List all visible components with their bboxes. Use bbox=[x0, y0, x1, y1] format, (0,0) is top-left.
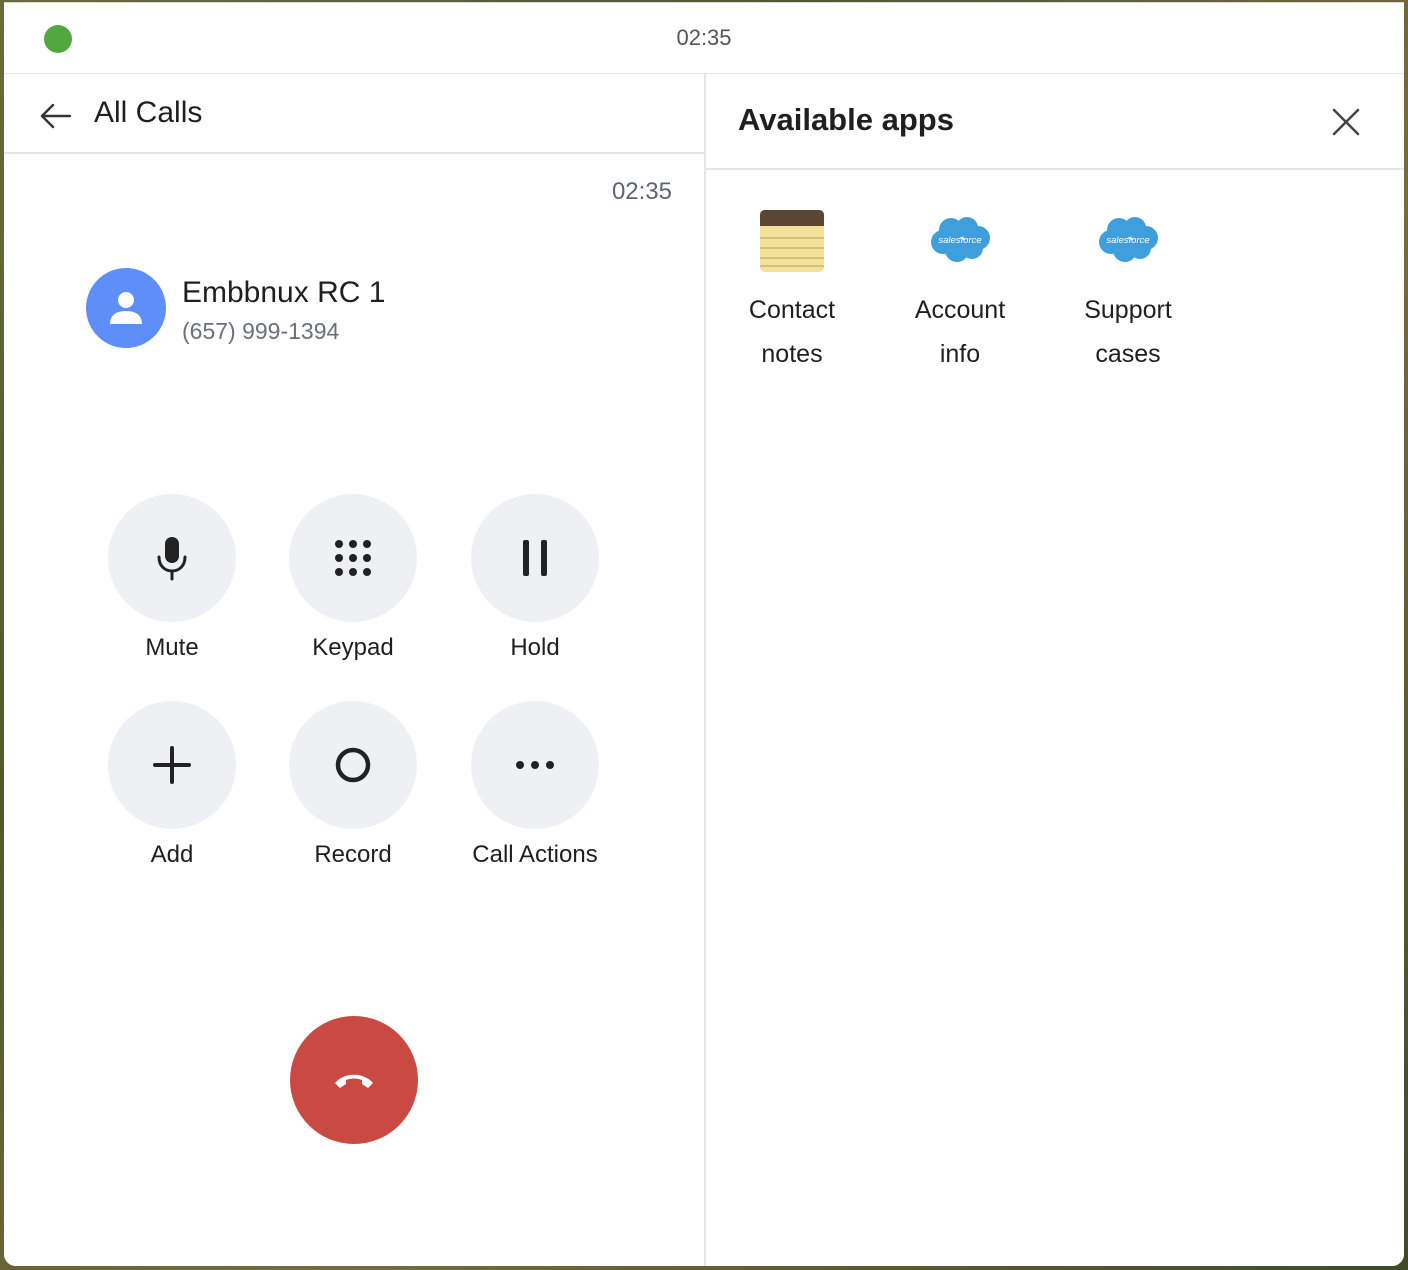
hold-control: Hold bbox=[445, 494, 625, 662]
add-label: Add bbox=[150, 841, 194, 868]
call-duration: 02:35 bbox=[611, 178, 672, 205]
microphone-icon bbox=[157, 537, 187, 581]
apps-panel: Available apps Contact notes salesforce … bbox=[706, 74, 1404, 1266]
add-button[interactable] bbox=[108, 701, 236, 829]
apps-panel-header: Available apps bbox=[706, 74, 1404, 170]
keypad-control: Keypad bbox=[263, 494, 443, 662]
apps-panel-title: Available apps bbox=[738, 102, 954, 137]
user-icon bbox=[110, 292, 142, 324]
keypad-label: Keypad bbox=[312, 634, 394, 661]
app-label-line2: notes bbox=[761, 340, 823, 368]
app-label-line1: Account bbox=[914, 296, 1006, 324]
phone-window: 02:35 All Calls 02:35 Embbnux RC 1 (657)… bbox=[4, 2, 1404, 1266]
app-account-info[interactable]: salesforce Account info bbox=[890, 208, 1030, 376]
salesforce-icon: salesforce bbox=[1099, 217, 1158, 262]
salesforce-logo-text: salesforce bbox=[1106, 235, 1149, 246]
app-label: Contact notes bbox=[722, 288, 862, 376]
record-control: Record bbox=[263, 701, 443, 869]
hold-button[interactable] bbox=[471, 494, 599, 622]
avatar bbox=[86, 268, 166, 348]
contact-name: Embbnux RC 1 bbox=[182, 276, 386, 309]
keypad-button[interactable] bbox=[289, 494, 417, 622]
mute-button[interactable] bbox=[108, 494, 236, 622]
app-label-line2: cases bbox=[1095, 340, 1161, 368]
call-actions-button[interactable] bbox=[471, 701, 599, 829]
close-button[interactable] bbox=[1330, 106, 1362, 138]
keypad-icon bbox=[335, 540, 371, 576]
app-contact-notes[interactable]: Contact notes bbox=[722, 208, 862, 376]
add-control: Add bbox=[82, 701, 262, 869]
hangup-icon bbox=[335, 1074, 373, 1088]
salesforce-logo-text: salesforce bbox=[938, 235, 981, 246]
plus-icon bbox=[153, 746, 191, 784]
app-label-line1: Support bbox=[1084, 296, 1172, 324]
call-panel-header: All Calls bbox=[4, 74, 704, 154]
record-button[interactable] bbox=[289, 701, 417, 829]
all-calls-link[interactable]: All Calls bbox=[94, 96, 202, 130]
pause-icon bbox=[523, 540, 547, 576]
call-actions-control: Call Actions bbox=[445, 701, 625, 869]
record-icon bbox=[335, 747, 371, 783]
call-panel: All Calls 02:35 Embbnux RC 1 (657) 999-1… bbox=[4, 74, 706, 1266]
app-label-line1: Contact bbox=[748, 296, 836, 324]
arrow-left-icon bbox=[40, 103, 72, 129]
close-icon bbox=[1332, 108, 1360, 136]
record-label: Record bbox=[314, 841, 392, 868]
contact-phone: (657) 999-1394 bbox=[182, 318, 340, 344]
notepad-icon bbox=[760, 210, 824, 272]
app-label-line2: info bbox=[939, 340, 981, 368]
mute-label: Mute bbox=[145, 634, 199, 661]
title-bar: 02:35 bbox=[4, 2, 1404, 75]
title-bar-time: 02:35 bbox=[676, 25, 732, 50]
more-icon bbox=[516, 761, 554, 769]
back-button[interactable] bbox=[38, 98, 74, 134]
app-label: Account info bbox=[890, 288, 1030, 376]
salesforce-icon: salesforce bbox=[931, 217, 990, 262]
hangup-button[interactable] bbox=[290, 1016, 418, 1144]
app-support-cases[interactable]: salesforce Support cases bbox=[1058, 208, 1198, 376]
app-label: Support cases bbox=[1058, 288, 1198, 376]
hold-label: Hold bbox=[510, 634, 560, 661]
mute-control: Mute bbox=[82, 494, 262, 662]
call-actions-label: Call Actions bbox=[472, 841, 598, 868]
